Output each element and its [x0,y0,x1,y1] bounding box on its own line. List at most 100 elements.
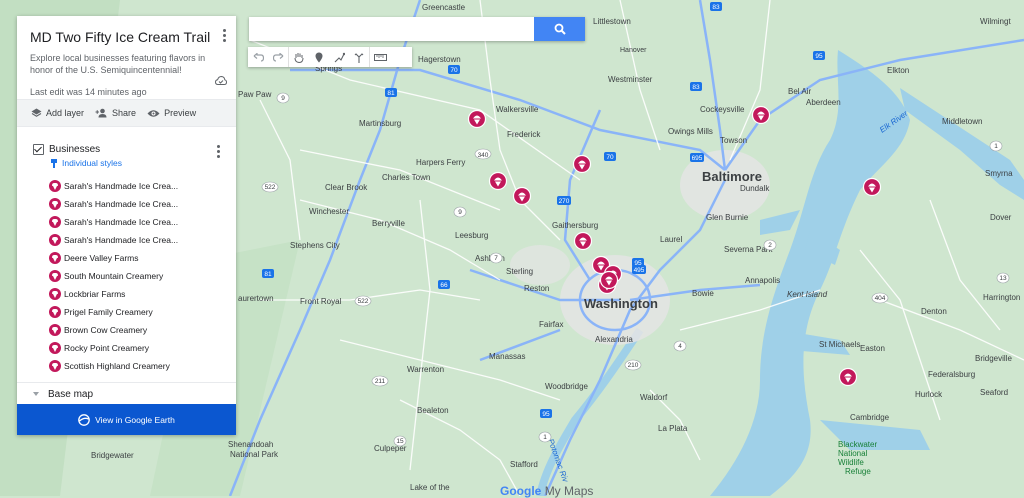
place-name: Deere Valley Farms [64,253,139,263]
map-marker[interactable]: Prigel Family Creamery [512,186,532,206]
layer-visibility-checkbox[interactable] [33,143,44,155]
map-description[interactable]: Explore local businesses featuring flavo… [30,52,210,76]
svg-text:Alexandria: Alexandria [595,335,633,344]
svg-text:695: 695 [692,155,703,162]
svg-text:81: 81 [264,271,272,278]
ice-cream-pin-icon [49,360,61,372]
map-marker[interactable]: South Mountain Creamery [572,154,592,174]
svg-text:Harrington: Harrington [983,293,1020,302]
svg-text:Fairfax: Fairfax [539,320,563,329]
layer-title[interactable]: Businesses [49,144,100,155]
draw-line-button[interactable] [329,47,349,67]
svg-text:Westminster: Westminster [608,75,653,84]
svg-text:522: 522 [265,184,276,191]
svg-text:2: 2 [768,242,772,249]
svg-text:9: 9 [458,209,462,216]
directions-icon [354,52,364,63]
svg-text:Seaford: Seaford [980,388,1008,397]
layer-options-button[interactable] [217,145,221,160]
list-item[interactable]: Deere Valley Farms [17,249,236,267]
svg-text:Bel Air: Bel Air [788,87,811,96]
map-options-button[interactable] [223,29,227,44]
map-marker[interactable]: Rocky Point Creamery [862,177,882,197]
svg-text:Wilmingt: Wilmingt [980,17,1011,26]
svg-text:1: 1 [994,143,998,150]
ruler-icon [373,53,387,61]
place-name: Sarah's Handmade Ice Crea... [64,199,179,209]
preview-button[interactable]: Preview [147,108,196,118]
directions-button[interactable] [349,47,369,67]
svg-text:83: 83 [692,84,700,91]
place-name: Rocky Point Creamery [64,343,150,353]
list-item[interactable]: Sarah's Handmade Ice Crea... [17,195,236,213]
add-person-icon [95,108,107,118]
map-marker[interactable]: Brown Cow Creamery [751,105,771,125]
place-name: Sarah's Handmade Ice Crea... [64,217,179,227]
svg-text:Woodbridge: Woodbridge [545,382,589,391]
list-item[interactable]: South Mountain Creamery [17,267,236,285]
list-item[interactable]: Sarah's Handmade Ice Crea... [17,213,236,231]
svg-text:70: 70 [450,67,458,74]
undo-button[interactable] [248,47,268,67]
svg-text:Stafford: Stafford [510,460,538,469]
map-marker[interactable]: Sarah's Handmade Ice Cream [838,367,858,387]
redo-button[interactable] [268,47,288,67]
svg-text:4: 4 [678,343,682,350]
map-marker[interactable]: Lockbriar Farms [488,171,508,191]
place-name: South Mountain Creamery [64,271,164,281]
list-item[interactable]: Brown Cow Creamery [17,321,236,339]
place-name: Brown Cow Creamery [64,325,148,335]
search-input[interactable] [249,17,534,41]
svg-text:Stephens City: Stephens City [290,241,340,250]
svg-text:Elkton: Elkton [887,66,909,75]
add-layer-button[interactable]: Add layer [31,108,84,118]
map-marker[interactable]: Scottish Highland Creamery [573,231,593,251]
svg-text:Littlestown: Littlestown [593,17,631,26]
svg-text:Shenandoah: Shenandoah [228,440,273,449]
earth-button-label: View in Google Earth [95,414,175,425]
svg-text:9: 9 [281,95,285,102]
base-map-toggle[interactable]: Base map [17,382,236,405]
search-button[interactable] [534,17,585,41]
place-name: Sarah's Handmade Ice Crea... [64,181,179,191]
map-marker[interactable]: Marker [599,270,619,290]
list-item[interactable]: Prigel Family Creamery [17,303,236,321]
svg-text:Front Royal: Front Royal [300,297,342,306]
search-icon [554,23,566,35]
add-layer-label: Add layer [46,108,85,118]
svg-text:Annapolis: Annapolis [745,276,780,285]
svg-text:Towson: Towson [720,136,747,145]
city-label-washington: Washington [584,296,658,311]
svg-text:Leesburg: Leesburg [455,231,488,240]
svg-text:Denton: Denton [921,307,947,316]
share-label: Share [112,108,137,118]
list-item[interactable]: Rocky Point Creamery [17,339,236,357]
svg-text:Waldorf: Waldorf [640,393,668,402]
svg-text:1: 1 [543,434,547,441]
list-item[interactable]: Scottish Highland Creamery [17,357,236,375]
svg-text:Federalsburg: Federalsburg [928,370,975,379]
place-name: Scottish Highland Creamery [64,361,170,371]
share-button[interactable]: Share [95,108,136,118]
svg-text:Lake of the: Lake of the [410,483,450,492]
svg-text:Charles Town: Charles Town [382,173,430,182]
view-in-google-earth-button[interactable]: View in Google Earth [17,404,236,435]
svg-text:Aberdeen: Aberdeen [806,98,841,107]
undo-icon [253,52,264,62]
svg-text:Kent Island: Kent Island [787,290,828,299]
pan-tool-button[interactable] [288,47,309,67]
map-toolbar [248,47,412,67]
svg-text:Winchester: Winchester [309,207,349,216]
svg-text:81: 81 [387,90,395,97]
add-marker-button[interactable] [309,47,329,67]
list-item[interactable]: Sarah's Handmade Ice Crea... [17,177,236,195]
map-title[interactable]: MD Two Fifty Ice Cream Trail [30,29,222,45]
ice-cream-pin-icon [49,288,61,300]
ice-cream-pin-icon [49,306,61,318]
map-marker[interactable]: Deere Valley Farms [467,109,487,129]
list-item[interactable]: Lockbriar Farms [17,285,236,303]
svg-text:La Plata: La Plata [658,424,688,433]
list-item[interactable]: Sarah's Handmade Ice Crea... [17,231,236,249]
map-legend-panel: MD Two Fifty Ice Cream Trail Explore loc… [17,16,236,435]
measure-button[interactable] [369,47,390,67]
